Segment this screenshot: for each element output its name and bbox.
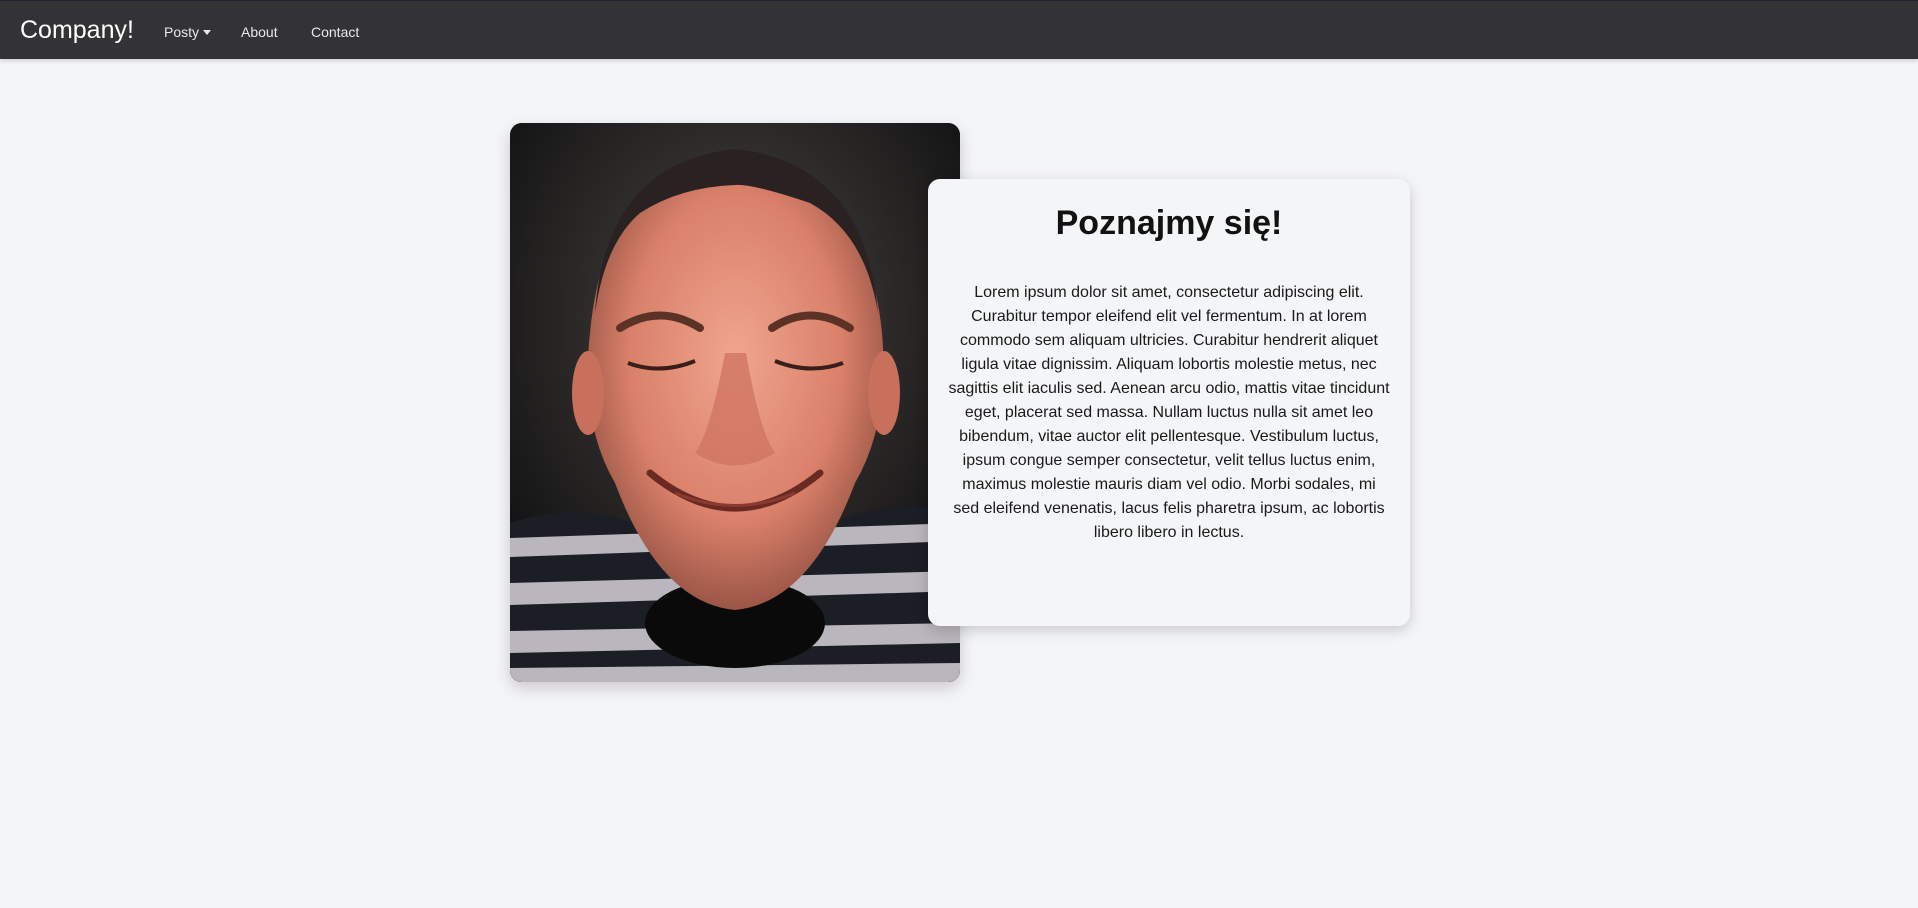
caret-down-icon [203, 30, 212, 35]
nav-posty-label: Posty [164, 24, 200, 40]
nav-contact-link[interactable]: Contact [311, 23, 359, 41]
about-body-text: Lorem ipsum dolor sit amet, consectetur … [948, 284, 1390, 541]
portrait-image [510, 123, 960, 682]
brand-logo-link[interactable]: Company! [20, 15, 134, 45]
top-navbar: Company! Posty About Contact [0, 0, 1918, 59]
nav-about-link[interactable]: About [241, 23, 278, 41]
profile-photo [510, 123, 960, 682]
about-card: Poznajmy się! Lorem ipsum dolor sit amet… [928, 179, 1410, 626]
nav-posty-dropdown[interactable]: Posty [164, 23, 212, 41]
about-heading: Poznajmy się! [1055, 204, 1283, 242]
